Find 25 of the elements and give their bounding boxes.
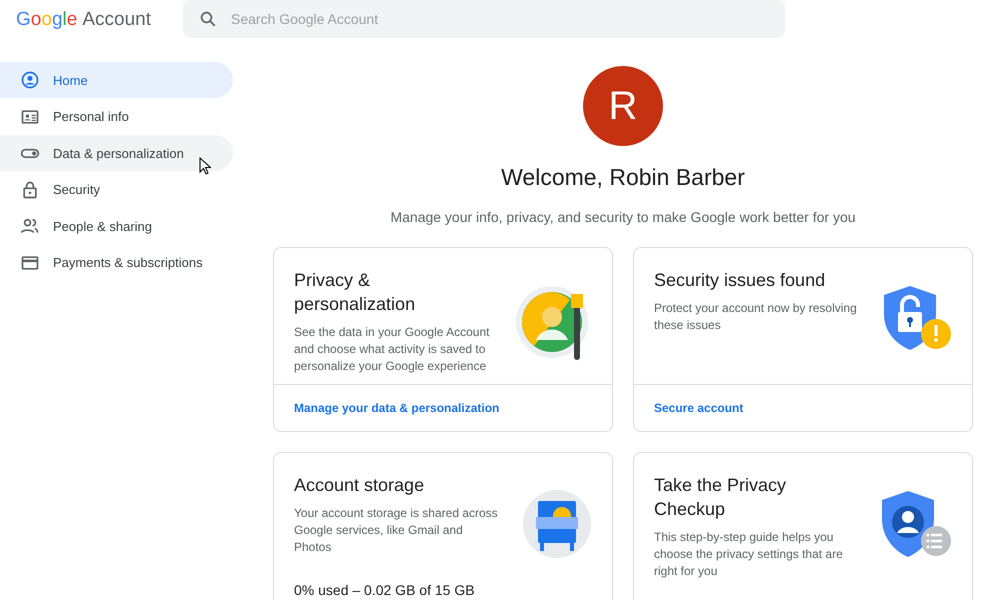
card-title: Privacy & personalization — [294, 269, 416, 316]
search-field[interactable]: Search Google Account — [183, 0, 785, 38]
storage-usage: 0% used – 0.02 GB of 15 GB — [294, 582, 476, 598]
sidebar-item[interactable]: People & sharing — [0, 208, 233, 244]
sidebar-item[interactable]: Security — [0, 172, 233, 208]
sidebar-item[interactable]: Payments & subscriptions — [0, 244, 233, 281]
card-title: Account storage — [294, 474, 426, 497]
google-account-logo[interactable]: Google Account — [0, 9, 183, 31]
sidebar-item[interactable]: Home — [0, 62, 233, 98]
card-description: See the data in your Google Account and choose what activity is saved to personalize your Google experience — [294, 324, 490, 375]
profile-avatar[interactable]: R — [583, 66, 663, 146]
mouse-cursor-icon — [199, 157, 211, 176]
card-description: This step-by-step guide helps you choose the privacy settings that are right for you — [654, 529, 844, 580]
card-description: Protect your account now by resolving these issues — [654, 300, 858, 334]
drawer-cabinet-illustration — [522, 489, 592, 559]
welcome-heading: Welcome, Robin Barber — [501, 164, 745, 191]
search-icon — [199, 10, 217, 28]
card-title: Take the Privacy Checkup — [654, 474, 788, 521]
card-title: Security issues found — [654, 269, 826, 292]
card-link[interactable]: Secure account — [654, 401, 744, 415]
card-link[interactable]: Manage your data & personalization — [294, 401, 500, 415]
card-description: Your account storage is shared across Google services, like Gmail and Photos — [294, 505, 499, 556]
sidebar-item[interactable]: Personal info — [0, 98, 233, 135]
home-icon — [20, 70, 40, 90]
welcome-subtitle: Manage your info, privacy, and security to make Google work better for you — [390, 209, 856, 225]
